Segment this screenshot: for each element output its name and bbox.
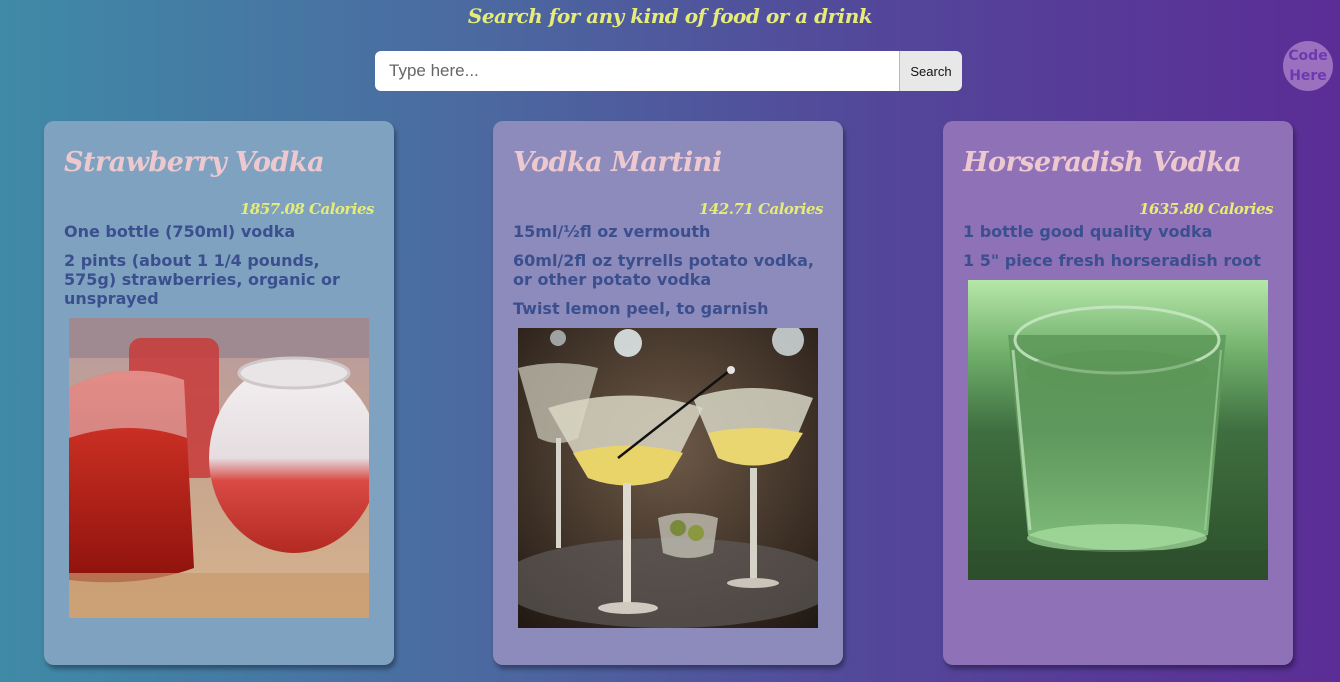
ingredient-item: 60ml/2fl oz tyrrells potato vodka, or ot… (513, 251, 814, 289)
ingredient-list: 15ml/½fl oz vermouth 60ml/2fl oz tyrrell… (513, 222, 823, 318)
recipe-title: Vodka Martini (513, 147, 722, 178)
recipe-card: Strawberry Vodka 1857.08 Calories One bo… (44, 121, 394, 665)
recipe-card: Horseradish Vodka 1635.80 Calories 1 bot… (943, 121, 1293, 665)
ingredient-list: One bottle (750ml) vodka 2 pints (about … (64, 222, 374, 308)
ingredient-list: 1 bottle good quality vodka 1 5" piece f… (963, 222, 1273, 270)
ingredient-item: Twist lemon peel, to garnish (513, 299, 769, 318)
ingredient-item: 1 bottle good quality vodka (963, 222, 1213, 241)
page-title: Search for any kind of food or a drink (467, 4, 873, 28)
recipe-calories: 1857.08 Calories (239, 200, 375, 218)
recipe-image (518, 328, 818, 628)
recipe-card: Vodka Martini 142.71 Calories 15ml/½fl o… (493, 121, 843, 665)
ingredient-item: 1 5" piece fresh horseradish root (963, 251, 1261, 270)
search-button[interactable]: Search (899, 51, 962, 91)
recipe-image (69, 318, 369, 618)
recipe-title: Horseradish Vodka (963, 147, 1242, 178)
recipe-title: Strawberry Vodka (64, 147, 325, 178)
code-here-line-1: Code (1288, 48, 1328, 64)
ingredient-item: 2 pints (about 1 1/4 pounds, 575g) straw… (64, 251, 340, 308)
ingredient-item: One bottle (750ml) vodka (64, 222, 296, 241)
code-here-link[interactable]: Code Here (1283, 41, 1333, 91)
recipe-calories: 1635.80 Calories (1138, 200, 1274, 218)
code-here-line-2: Here (1289, 68, 1327, 84)
search-input[interactable] (375, 51, 899, 91)
ingredient-item: 15ml/½fl oz vermouth (513, 222, 711, 241)
recipe-image (968, 280, 1268, 580)
search-bar: Search (375, 51, 962, 91)
recipe-calories: 142.71 Calories (698, 200, 824, 218)
